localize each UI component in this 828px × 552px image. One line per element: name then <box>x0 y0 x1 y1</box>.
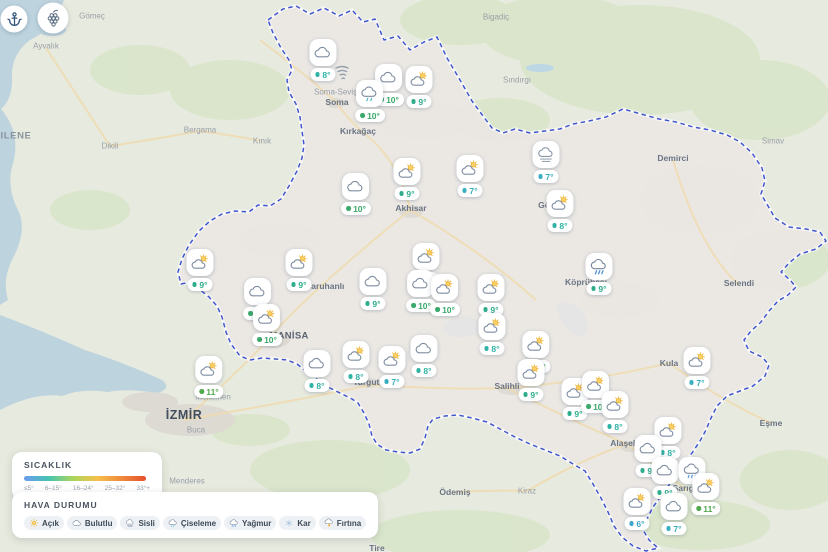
temperature-gradient-ticks: ≤5° 6–15° 16–24° 25–32° 33°+ <box>24 485 150 492</box>
weather-legend-chip-snow: Kar <box>279 516 315 530</box>
weather-legend-chip-label: Bulutlu <box>85 519 113 528</box>
rain-icon <box>229 518 239 528</box>
weather-legend-chip-label: Fırtına <box>337 519 361 528</box>
drizzle-icon <box>168 518 178 528</box>
weather-legend-chip-label: Yağmur <box>242 519 271 528</box>
weather-map-app: GömeçAyvalıkBigadiçSındırgıILENEDikiliBe… <box>0 0 828 552</box>
weather-legend-chip-label: Kar <box>297 519 310 528</box>
grapes-poi-badge[interactable] <box>38 3 69 34</box>
anchor-poi-badge[interactable] <box>1 6 28 33</box>
weather-legend-chip-label: Çiseleme <box>181 519 216 528</box>
grapes-icon <box>43 8 63 28</box>
fog-icon <box>125 518 135 528</box>
anchor-icon <box>5 10 23 28</box>
temperature-tick: 16–24° <box>73 485 94 492</box>
snow-icon <box>284 518 294 528</box>
weather-legend-items: Açık Bulutlu Sisli Çiseleme Yağmur Kar Fırtına <box>24 516 366 530</box>
sun-icon <box>29 518 39 528</box>
weather-legend-chip-drizzle: Çiseleme <box>163 516 221 530</box>
weather-legend-chip-label: Açık <box>42 519 59 528</box>
cloud-icon <box>72 518 82 528</box>
weather-legend-title: HAVA DURUMU <box>24 500 366 510</box>
temperature-gradient-bar <box>24 476 146 481</box>
temperature-tick: 33°+ <box>136 485 150 492</box>
storm-icon <box>324 518 334 528</box>
temperature-tick: 25–32° <box>105 485 126 492</box>
weather-legend-chip-rain: Yağmur <box>224 516 276 530</box>
weather-legend-panel: HAVA DURUMU Açık Bulutlu Sisli Çiseleme Yağm… <box>12 492 378 538</box>
weather-legend-chip-storm: Fırtına <box>319 516 366 530</box>
weather-legend-chip-cloud: Bulutlu <box>67 516 118 530</box>
weather-legend-chip-sun: Açık <box>24 516 64 530</box>
temperature-tick: 6–15° <box>45 485 62 492</box>
temperature-legend-title: SICAKLIK <box>24 460 150 470</box>
weather-legend-chip-fog: Sisli <box>120 516 159 530</box>
weather-legend-chip-label: Sisli <box>138 519 154 528</box>
temperature-tick: ≤5° <box>24 485 34 492</box>
